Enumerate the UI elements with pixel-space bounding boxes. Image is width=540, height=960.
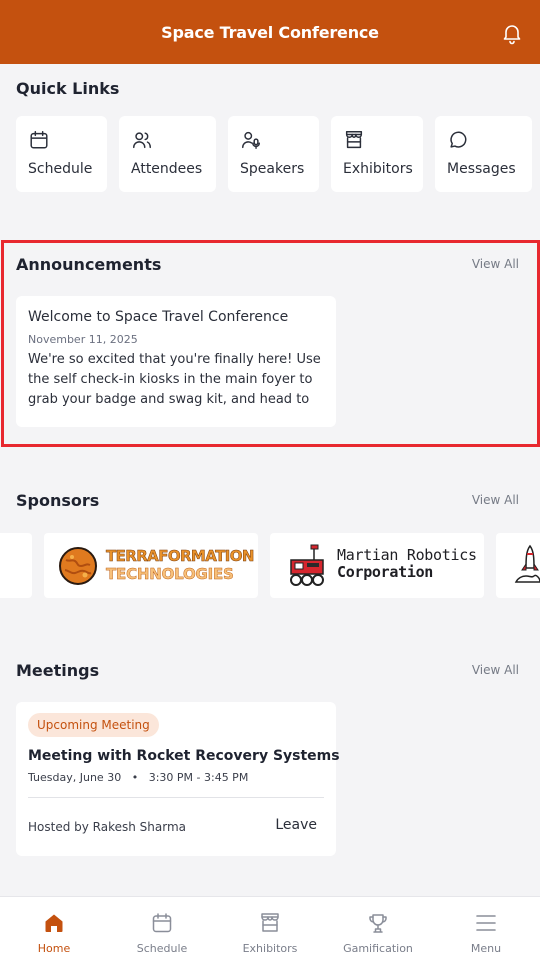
meeting-datetime: Tuesday, June 30 • 3:30 PM - 3:45 PM xyxy=(28,771,248,784)
booth-icon xyxy=(345,131,363,149)
home-icon xyxy=(45,914,63,932)
nav-label: Schedule xyxy=(136,942,188,955)
meeting-separator: • xyxy=(131,771,139,784)
trophy-icon xyxy=(369,914,387,933)
bell-icon[interactable] xyxy=(500,21,524,45)
quick-link-label: Exhibitors xyxy=(343,161,413,177)
chat-bubble-icon xyxy=(450,131,467,148)
calendar-icon xyxy=(30,131,48,149)
announcement-title: Welcome to Space Travel Conference xyxy=(28,309,289,325)
sponsors-title: Sponsors xyxy=(16,491,100,510)
app-title: Space Travel Conference xyxy=(161,22,379,42)
speaker-icon xyxy=(242,131,260,149)
sponsor-logo-partial-left[interactable] xyxy=(0,533,32,598)
rover-logo-icon xyxy=(290,544,324,586)
meeting-time: 3:30 PM - 3:45 PM xyxy=(148,771,249,784)
bottom-navigation: Home Schedule Exhibitors Gamification Me… xyxy=(0,896,540,960)
quick-links-title: Quick Links xyxy=(16,79,120,98)
meetings-title: Meetings xyxy=(16,661,100,680)
sponsor-name-line1: Martian Robotics xyxy=(337,546,477,564)
announcement-date: November 11, 2025 xyxy=(28,333,138,346)
nav-label: Exhibitors xyxy=(242,942,298,955)
quick-link-speakers[interactable]: Speakers xyxy=(228,116,319,192)
hamburger-menu-icon xyxy=(476,915,496,931)
nav-label: Gamification xyxy=(343,942,413,955)
announcement-body: We're so excited that you're finally her… xyxy=(28,352,321,407)
sponsor-terraformation-technologies[interactable]: TERRAFORMATION TECHNOLOGIES xyxy=(44,533,258,598)
nav-item-home[interactable]: Home xyxy=(0,897,108,960)
meeting-divider xyxy=(28,797,324,798)
meeting-title: Meeting with Rocket Recovery Systems xyxy=(28,748,340,764)
nav-label: Home xyxy=(37,942,71,955)
nav-item-schedule[interactable]: Schedule xyxy=(108,897,216,960)
quick-link-messages[interactable]: Messages xyxy=(435,116,532,192)
announcements-title: Announcements xyxy=(16,255,162,274)
sponsor-name-line2: TECHNOLOGIES xyxy=(106,565,234,584)
quick-link-attendees[interactable]: Attendees xyxy=(119,116,216,192)
sponsor-martian-robotics[interactable]: Martian Robotics Corporation xyxy=(270,533,484,598)
planet-logo-icon xyxy=(59,547,97,585)
booth-icon xyxy=(261,913,279,932)
app-header: Space Travel Conference xyxy=(0,0,540,64)
quick-link-label: Attendees xyxy=(131,161,203,177)
quick-link-label: Speakers xyxy=(240,161,305,177)
calendar-icon xyxy=(152,913,172,933)
sponsors-view-all-link[interactable]: View All xyxy=(472,493,519,507)
sponsor-name-line2: Corporation xyxy=(337,563,434,581)
meeting-date: Tuesday, June 30 xyxy=(28,771,122,784)
quick-link-exhibitors[interactable]: Exhibitors xyxy=(331,116,423,192)
quick-link-label: Schedule xyxy=(28,161,93,177)
rocket-logo-icon xyxy=(514,544,540,583)
quick-link-label: Messages xyxy=(447,161,516,177)
quick-link-schedule[interactable]: Schedule xyxy=(16,116,107,192)
nav-label: Menu xyxy=(470,942,502,955)
leave-meeting-button[interactable]: Leave xyxy=(275,817,317,833)
meetings-view-all-link[interactable]: View All xyxy=(472,663,519,677)
announcements-view-all-link[interactable]: View All xyxy=(472,257,519,271)
users-icon xyxy=(133,132,151,149)
sponsor-rocket-partial-right[interactable] xyxy=(496,533,540,598)
nav-item-menu[interactable]: Menu xyxy=(432,897,540,960)
meeting-card[interactable]: Upcoming Meeting Meeting with Rocket Rec… xyxy=(16,702,340,856)
nav-item-exhibitors[interactable]: Exhibitors xyxy=(216,897,324,960)
nav-item-gamification[interactable]: Gamification xyxy=(324,897,432,960)
meeting-status-badge: Upcoming Meeting xyxy=(28,713,159,737)
announcement-card[interactable]: Welcome to Space Travel Conference Novem… xyxy=(16,296,336,427)
meeting-host: Hosted by Rakesh Sharma xyxy=(28,820,187,834)
sponsor-name-line1: TERRAFORMATION xyxy=(106,547,255,566)
